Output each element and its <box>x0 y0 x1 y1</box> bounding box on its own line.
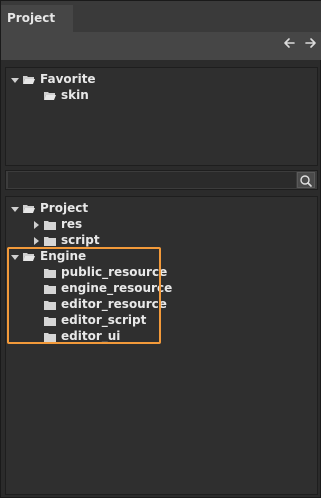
folder-open-icon <box>23 203 35 213</box>
tree-node-editor-script[interactable]: editor_script <box>44 312 146 328</box>
caret-down-icon[interactable] <box>10 203 20 213</box>
tree-node-favorite[interactable]: Favorite <box>10 71 96 87</box>
tree-node-label: editor_ui <box>61 329 121 343</box>
search-bar <box>5 170 318 190</box>
tree-node-label: engine_resource <box>61 281 173 295</box>
tree-node-label: Engine <box>40 249 87 263</box>
nav-toolbar <box>1 32 321 60</box>
tree-node-project[interactable]: Project <box>10 200 88 216</box>
folder-open-icon <box>23 74 35 84</box>
folder-open-icon <box>23 251 35 261</box>
tab-project[interactable]: Project <box>1 5 73 32</box>
tree-node-label: Favorite <box>40 72 96 86</box>
tree-node-editor-ui[interactable]: editor_ui <box>44 328 120 344</box>
tree-node-label: res <box>61 217 83 231</box>
tree-node-engine-resource[interactable]: engine_resource <box>44 280 172 296</box>
folder-closed-icon <box>44 267 56 278</box>
caret-right-icon[interactable] <box>31 219 41 229</box>
search-input[interactable] <box>8 172 296 188</box>
tree-node-label: editor_resource <box>61 297 167 311</box>
tree-node-label: editor_script <box>61 313 147 327</box>
folder-closed-icon <box>44 331 56 342</box>
arrow-right-icon[interactable] <box>302 36 320 54</box>
tree-node-public-resource[interactable]: public_resource <box>44 264 167 280</box>
tree-node-label: skin <box>61 88 89 102</box>
tab-strip: Project <box>1 1 321 32</box>
tree-node-skin[interactable]: skin <box>44 87 89 103</box>
folder-closed-icon <box>44 219 56 230</box>
tree-node-res[interactable]: res <box>31 216 82 232</box>
tree-node-engine[interactable]: Engine <box>10 248 86 264</box>
tree-node-label: public_resource <box>61 265 168 279</box>
caret-down-icon[interactable] <box>10 74 20 84</box>
tree-node-script[interactable]: script <box>31 232 100 248</box>
folder-open-icon <box>44 90 56 100</box>
caret-right-icon[interactable] <box>31 235 41 245</box>
folder-closed-icon <box>44 299 56 310</box>
magnifier-icon[interactable] <box>297 172 315 188</box>
tree-node-label: script <box>61 233 100 247</box>
caret-down-icon[interactable] <box>10 251 20 261</box>
tree-node-label: Project <box>40 201 89 215</box>
project-window: Project Favorite skin Project res script… <box>0 0 321 498</box>
tree-node-editor-resource[interactable]: editor_resource <box>44 296 167 312</box>
folder-closed-icon <box>44 315 56 326</box>
folder-closed-icon <box>44 283 56 294</box>
folder-closed-icon <box>44 235 56 246</box>
arrow-left-icon[interactable] <box>280 36 298 54</box>
